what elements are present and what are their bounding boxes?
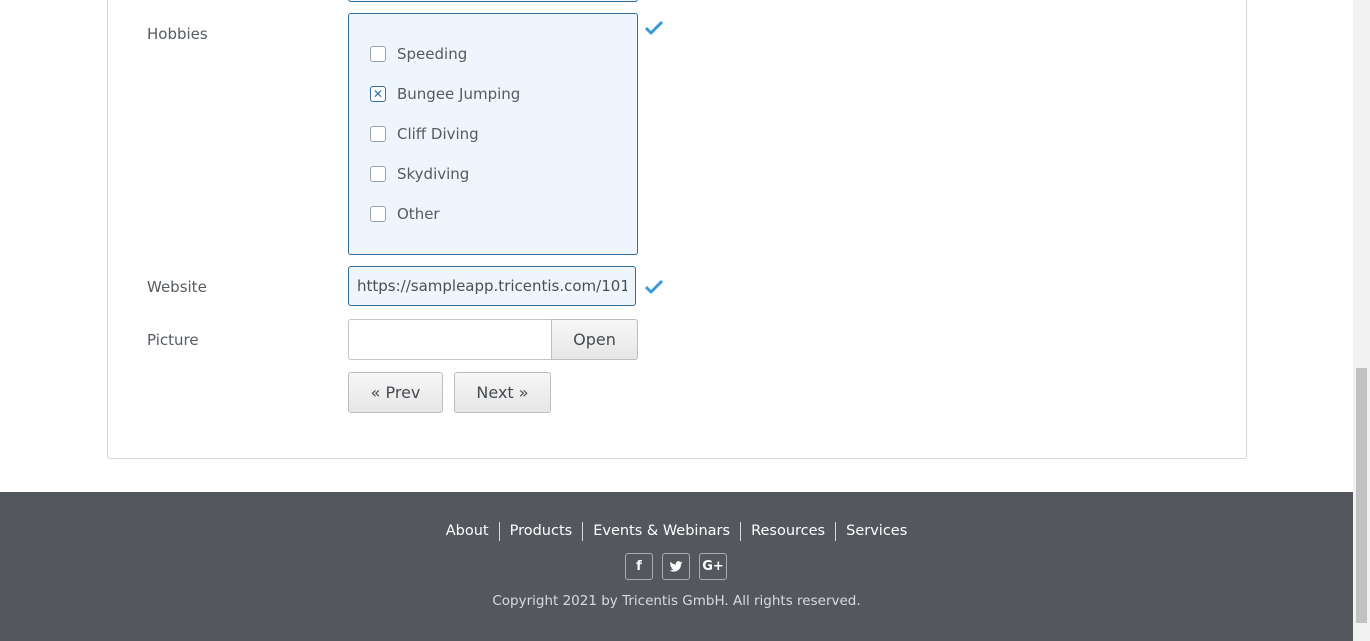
prev-button[interactable]: « Prev: [348, 372, 443, 413]
picture-label: Picture: [147, 331, 199, 349]
open-button[interactable]: Open: [551, 319, 638, 360]
google-plus-icon[interactable]: G+: [699, 553, 727, 580]
hobby-label: Speeding: [397, 45, 468, 63]
footer-link-resources[interactable]: Resources: [740, 522, 835, 541]
checkbox-skydiving[interactable]: [370, 166, 386, 182]
checkbox-speeding[interactable]: [370, 46, 386, 62]
footer-link-events-webinars[interactable]: Events & Webinars: [582, 522, 740, 541]
scrollbar-thumb[interactable]: [1356, 368, 1367, 623]
hobby-cliff-diving[interactable]: Cliff Diving: [370, 124, 479, 144]
footer: About Products Events & Webinars Resourc…: [0, 492, 1353, 641]
facebook-icon[interactable]: f: [625, 553, 653, 580]
website-input[interactable]: [348, 266, 636, 306]
hobbies-label: Hobbies: [147, 25, 208, 43]
checkbox-cliff-diving[interactable]: [370, 126, 386, 142]
vertical-scrollbar[interactable]: [1353, 0, 1370, 641]
form-panel: [107, 0, 1247, 459]
hobby-label: Bungee Jumping: [397, 85, 521, 103]
hobby-label: Other: [397, 205, 440, 223]
valid-check-icon: [645, 21, 663, 35]
hobbies-group: Speeding ✕ Bungee Jumping Cliff Diving S…: [348, 13, 638, 255]
footer-nav: About Products Events & Webinars Resourc…: [0, 522, 1353, 541]
hobby-other[interactable]: Other: [370, 204, 440, 224]
footer-link-products[interactable]: Products: [498, 522, 583, 541]
twitter-icon[interactable]: [662, 553, 690, 580]
hobby-skydiving[interactable]: Skydiving: [370, 164, 469, 184]
checkbox-bungee-jumping[interactable]: ✕: [370, 86, 386, 102]
picture-path-field[interactable]: [348, 319, 552, 360]
social-links: f G+: [625, 553, 727, 580]
page: Hobbies Speeding ✕ Bungee Jumping Cliff …: [0, 0, 1353, 641]
footer-link-services[interactable]: Services: [835, 522, 917, 541]
copyright-text: Copyright 2021 by Tricentis GmbH. All ri…: [492, 593, 861, 609]
checkbox-other[interactable]: [370, 206, 386, 222]
hobby-label: Skydiving: [397, 165, 470, 183]
footer-link-about[interactable]: About: [436, 522, 499, 541]
next-button[interactable]: Next »: [454, 372, 551, 413]
website-label: Website: [147, 278, 207, 296]
hobby-label: Cliff Diving: [397, 125, 479, 143]
hobby-speeding[interactable]: Speeding: [370, 44, 467, 64]
twitter-bird-icon: [669, 560, 683, 572]
hobby-bungee-jumping[interactable]: ✕ Bungee Jumping: [370, 84, 520, 104]
valid-check-icon: [645, 280, 663, 294]
previous-field-edge: [348, 0, 638, 2]
